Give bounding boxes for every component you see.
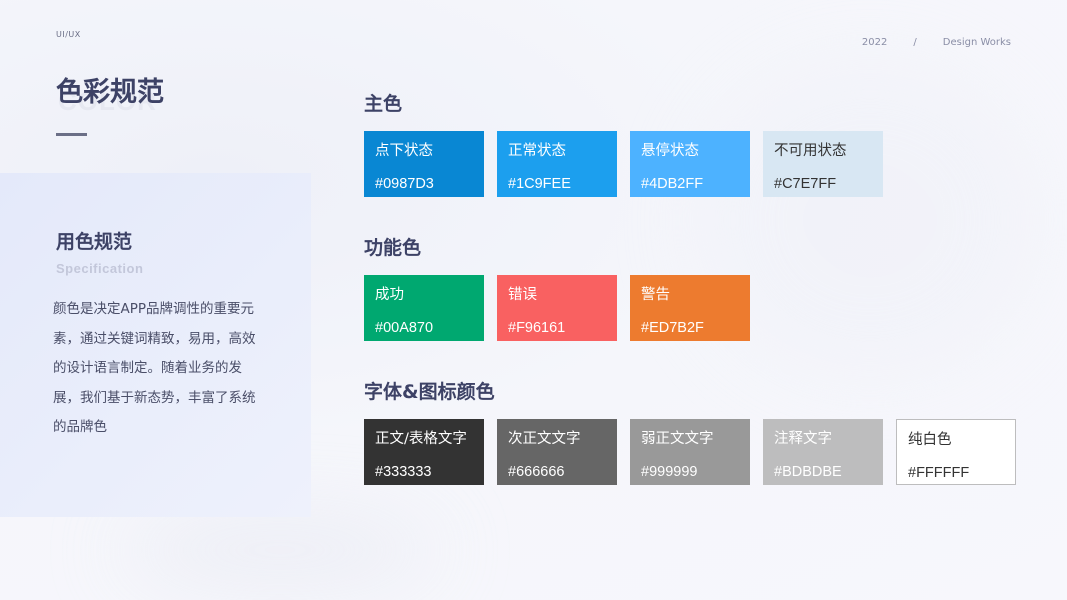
swatch-hex: #FFFFFF bbox=[908, 465, 970, 481]
section-title-text-icon: 字体&图标颜色 bbox=[364, 381, 495, 403]
swatch-hex: #0987D3 bbox=[375, 176, 434, 192]
swatch-name: 正常状态 bbox=[508, 143, 566, 159]
section-title-primary: 主色 bbox=[364, 93, 403, 115]
background-blur bbox=[700, 60, 1040, 380]
swatch-name: 成功 bbox=[375, 287, 404, 303]
section-title-functional: 功能色 bbox=[364, 237, 422, 259]
year-label: 2022 bbox=[861, 37, 888, 48]
sidebar-description: 颜色是决定APP品牌调性的重要元素，通过关键词精致，易用，高效的设计语言制定。随… bbox=[53, 301, 256, 435]
color-swatch: 注释文字 #BDBDBE bbox=[763, 419, 883, 485]
page-title: 色彩规范 bbox=[56, 77, 164, 108]
color-swatch: 次正文文字 #666666 bbox=[497, 419, 617, 485]
page-title-block: COLOR 色彩规范 bbox=[56, 70, 276, 130]
swatch-hex: #F96161 bbox=[508, 320, 566, 336]
functional-swatch-row: 成功 #00A870 错误 #F96161 警告 #ED7B2F bbox=[364, 275, 750, 341]
sidebar-title: 用色规范 bbox=[56, 231, 133, 253]
swatch-name: 正文/表格文字 bbox=[375, 431, 467, 447]
color-swatch: 纯白色 #FFFFFF bbox=[896, 419, 1016, 485]
color-swatch: 正常状态 #1C9FEE bbox=[497, 131, 617, 197]
swatch-name: 注释文字 bbox=[774, 431, 832, 447]
swatch-hex: #333333 bbox=[375, 464, 432, 480]
category-tag: UI/UX bbox=[56, 30, 81, 39]
swatch-hex: #4DB2FF bbox=[641, 176, 704, 192]
primary-swatch-row: 点下状态 #0987D3 正常状态 #1C9FEE 悬停状态 #4DB2FF 不… bbox=[364, 131, 883, 197]
swatch-name: 错误 bbox=[508, 287, 537, 303]
swatch-hex: #BDBDBE bbox=[774, 464, 842, 480]
text-icon-swatch-row: 正文/表格文字 #333333 次正文文字 #666666 弱正文文字 #999… bbox=[364, 419, 1016, 485]
color-swatch: 正文/表格文字 #333333 bbox=[364, 419, 484, 485]
swatch-name: 悬停状态 bbox=[641, 143, 699, 159]
swatch-name: 点下状态 bbox=[375, 143, 433, 159]
sidebar-panel: 用色规范 Specification 颜色是决定APP品牌调性的重要元素，通过关… bbox=[0, 173, 311, 517]
brand-label: Design Works bbox=[942, 37, 1011, 48]
color-swatch: 错误 #F96161 bbox=[497, 275, 617, 341]
color-swatch: 弱正文文字 #999999 bbox=[630, 419, 750, 485]
swatch-name: 不可用状态 bbox=[774, 143, 847, 159]
swatch-hex: #1C9FEE bbox=[508, 176, 571, 192]
swatch-hex: #C7E7FF bbox=[774, 176, 837, 192]
color-swatch: 警告 #ED7B2F bbox=[630, 275, 750, 341]
header-meta: 2022 / Design Works bbox=[862, 37, 1011, 48]
color-swatch: 不可用状态 #C7E7FF bbox=[763, 131, 883, 197]
color-swatch: 悬停状态 #4DB2FF bbox=[630, 131, 750, 197]
swatch-hex: #666666 bbox=[508, 464, 565, 480]
swatch-name: 次正文文字 bbox=[508, 431, 581, 447]
color-swatch: 成功 #00A870 bbox=[364, 275, 484, 341]
color-swatch: 点下状态 #0987D3 bbox=[364, 131, 484, 197]
swatch-hex: #ED7B2F bbox=[641, 320, 704, 336]
swatch-name: 纯白色 bbox=[908, 432, 952, 448]
swatch-hex: #00A870 bbox=[375, 320, 434, 336]
sidebar-subtitle: Specification bbox=[56, 261, 144, 276]
swatch-name: 警告 bbox=[641, 287, 670, 303]
background-blur bbox=[120, 520, 440, 580]
swatch-name: 弱正文文字 bbox=[641, 431, 714, 447]
header-separator: / bbox=[913, 37, 917, 48]
title-underline bbox=[56, 133, 87, 136]
swatch-hex: #999999 bbox=[641, 464, 698, 480]
